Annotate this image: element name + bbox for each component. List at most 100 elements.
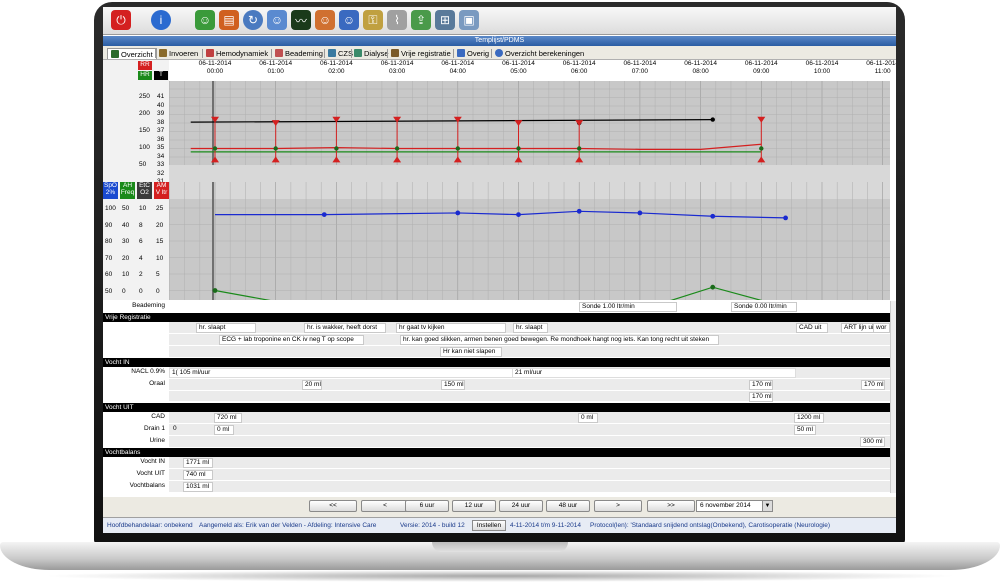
output-chip[interactable]: 300 ml — [860, 437, 885, 447]
intake-chip[interactable]: 20 ml — [302, 380, 322, 390]
monitor-icon[interactable]: 〰 — [291, 10, 311, 30]
note-chip[interactable]: hr gaat tv kijken — [396, 323, 506, 333]
network-icon[interactable]: ⊞ — [435, 10, 455, 30]
spo2-point — [783, 215, 788, 221]
output-chip[interactable]: 0 ml — [214, 425, 234, 435]
time-hour: 04:00 — [449, 68, 466, 75]
heart-rate-point — [759, 146, 764, 151]
heart-rate-point — [455, 146, 460, 151]
note-chip[interactable]: ART lijn uit — [841, 323, 876, 333]
etco2-tick: 2 — [139, 271, 143, 278]
date-picker[interactable]: 6 november 2014 ▼ — [696, 500, 773, 512]
tab-label: Dialyse — [364, 49, 389, 58]
tab-separator — [351, 49, 352, 58]
note-chip[interactable]: CAD uit — [796, 323, 828, 333]
overview-icon — [111, 50, 119, 58]
time-label: 06-11-2014 02:00 — [311, 60, 361, 76]
time-label: 06-11-2014 05:00 — [494, 60, 544, 76]
range-12h-button[interactable]: 12 uur — [452, 500, 496, 512]
output-chip[interactable]: 720 ml — [214, 413, 242, 423]
previous-button[interactable]: < — [361, 500, 409, 512]
refresh-icon[interactable]: ↻ — [243, 10, 263, 30]
person-add-icon[interactable]: ☺ — [195, 10, 215, 30]
tab-label: Overzicht — [121, 50, 153, 59]
tab-vrije-registratie[interactable]: Vrije registratie — [391, 48, 451, 59]
note-chip[interactable]: wor — [873, 323, 890, 333]
export-icon[interactable]: ⇪ — [411, 10, 431, 30]
t-tick: 41 — [157, 93, 165, 100]
range-24h-button[interactable]: 24 uur — [499, 500, 543, 512]
vitals-chart — [169, 81, 890, 182]
cad-row — [169, 412, 890, 424]
tab-hemodynamiek[interactable]: Hemodynamiek — [206, 48, 268, 59]
vertical-scrollbar[interactable] — [890, 301, 896, 493]
balans-value: 1771 ml — [183, 458, 213, 468]
etco2-tick: 8 — [139, 221, 143, 229]
intake-chip[interactable]: 150 ml — [441, 380, 465, 390]
tab-overig[interactable]: Overig — [457, 48, 489, 59]
drain-row — [169, 424, 890, 436]
folder-icon[interactable]: ▣ — [459, 10, 479, 30]
info-icon[interactable]: i — [151, 10, 171, 30]
last-button[interactable]: >> — [647, 500, 695, 512]
ah-tick: 0 — [122, 287, 126, 295]
intake-chip[interactable]: 170 ml — [749, 392, 773, 402]
spo2-point — [710, 213, 716, 219]
output-chip[interactable]: 50 ml — [794, 425, 816, 435]
time-hour: 10:00 — [813, 68, 831, 75]
beademing-chip[interactable]: Sonde 0.00 ltr/min — [731, 302, 797, 312]
book-icon[interactable]: ▤ — [219, 10, 239, 30]
tab-beademing[interactable]: Beademing — [275, 48, 323, 59]
time-date: 06-11-2014 — [744, 60, 778, 67]
output-chip[interactable]: 1200 ml — [794, 413, 824, 423]
range-48h-button[interactable]: 48 uur — [546, 500, 590, 512]
spo2-point — [576, 208, 582, 214]
note-chip[interactable]: hr. kan goed slikken, armen benen goed b… — [400, 335, 719, 345]
tab-czs[interactable]: CZS — [328, 48, 353, 59]
tab-label: Overzicht berekeningen — [505, 49, 585, 58]
instellen-button[interactable]: Instellen — [472, 520, 506, 531]
main-toolbar: ⏻ i ☺ ▤ ↻ ☺ 〰 ☺ ☺ ⚿ ⌇ ⇪ ⊞ ▣ — [103, 7, 896, 35]
tab-overzicht-berekeningen[interactable]: Overzicht berekeningen — [495, 48, 584, 59]
infusion-chip[interactable]: 1( 105 ml/uur — [169, 368, 515, 378]
patients-icon[interactable]: ☺ — [339, 10, 359, 30]
laptop-shadow — [40, 570, 960, 582]
window-title: Templijst/PDMS — [103, 36, 896, 46]
brain-icon — [328, 49, 336, 57]
doctor-icon[interactable]: ☺ — [315, 10, 335, 30]
time-label: 06-11-2014 06:00 — [554, 60, 604, 76]
note-chip[interactable]: hr. is wakker, heeft dorst — [304, 323, 386, 333]
tab-invoeren[interactable]: Invoeren — [159, 48, 198, 59]
intake-chip[interactable]: 170 ml — [861, 380, 885, 390]
next-button[interactable]: > — [594, 500, 642, 512]
key-icon[interactable]: ⚿ — [363, 10, 383, 30]
output-chip[interactable]: 0 ml — [578, 413, 598, 423]
time-date: 06-11-2014 — [562, 60, 596, 67]
paperclip-icon[interactable]: ⌇ — [387, 10, 407, 30]
power-icon[interactable]: ⏻ — [111, 10, 131, 30]
tab-separator — [491, 49, 492, 58]
infusion-chip[interactable]: 21 ml/uur — [512, 368, 796, 378]
am-tick: 20 — [156, 221, 164, 229]
temperature-point — [710, 117, 715, 122]
intake-chip[interactable]: 170 ml — [749, 380, 773, 390]
users-icon[interactable]: ☺ — [267, 10, 287, 30]
output-chip[interactable]: 0 — [171, 425, 179, 433]
tab-dialyse[interactable]: Dialyse — [354, 48, 389, 59]
balans-label: Vocht UIT — [136, 470, 165, 477]
beademing-chip[interactable]: Sonde 1.00 ltr/min — [579, 302, 677, 312]
note-chip[interactable]: hr. slaapt — [513, 323, 548, 333]
note-chip[interactable]: Hr kan niet slapen — [440, 347, 502, 357]
note-chip[interactable]: ECG + lab troponine en CK iv neg T op sc… — [219, 335, 364, 345]
first-button[interactable]: << — [309, 500, 357, 512]
chevron-down-icon[interactable]: ▼ — [762, 501, 772, 511]
range-6h-button[interactable]: 6 uur — [405, 500, 449, 512]
tab-overzicht[interactable]: Overzicht — [107, 48, 157, 59]
spo2-point — [637, 210, 643, 216]
rr-header: RR — [138, 61, 152, 70]
note-chip[interactable]: hr. slaapt — [196, 323, 256, 333]
status-versie: Versie: 2014 - build 12 — [400, 522, 465, 529]
ah-tick: 30 — [122, 238, 130, 245]
t-tick: 35 — [157, 144, 165, 151]
spo2-tick: 100 — [105, 205, 116, 212]
